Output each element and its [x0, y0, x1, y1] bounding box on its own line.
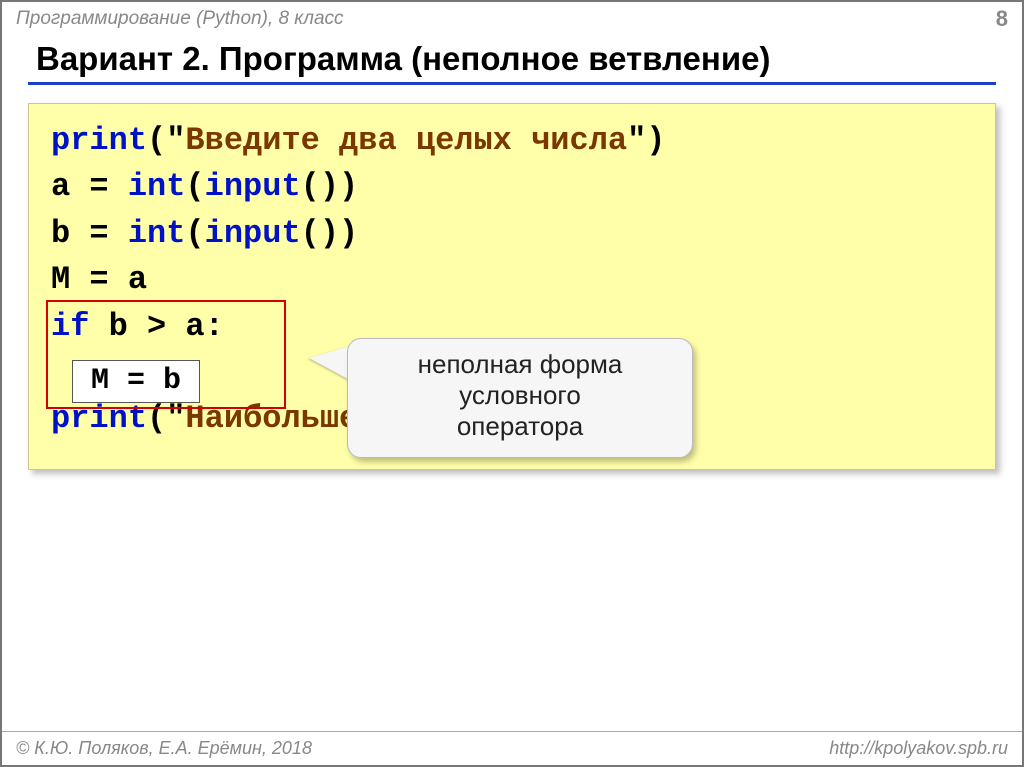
callout-box: неполная форма условного оператора	[347, 338, 693, 458]
fn-print: print	[51, 400, 147, 437]
slide-title: Вариант 2. Программа (неполное ветвление…	[2, 34, 1022, 82]
footer-bar: © К.Ю. Поляков, Е.А. Ерёмин, 2018 http:/…	[2, 731, 1022, 765]
punc-open: ("	[147, 122, 185, 159]
fn-int: int	[128, 215, 186, 252]
page-number: 8	[996, 6, 1008, 32]
paren-close: ())	[301, 168, 359, 205]
course-label: Программирование (Python), 8 класс	[16, 8, 344, 30]
kw-if: if	[51, 308, 89, 345]
paren-close: ())	[301, 215, 359, 252]
condition: b > a:	[89, 308, 223, 345]
slide: Программирование (Python), 8 класс 8 Вар…	[0, 0, 1024, 767]
top-bar: Программирование (Python), 8 класс 8	[2, 2, 1022, 34]
punc-open: ("	[147, 400, 185, 437]
callout-line-3: оператора	[370, 411, 670, 442]
footer-url: http://kpolyakov.spb.ru	[829, 738, 1008, 759]
assign-a: a =	[51, 168, 128, 205]
string-literal: Введите два целых числа	[185, 122, 627, 159]
code-line-4: M = a	[51, 257, 973, 303]
paren-open: (	[185, 168, 204, 205]
fn-input: input	[205, 168, 301, 205]
callout-line-2: условного	[370, 380, 670, 411]
fn-print: print	[51, 122, 147, 159]
punc-close: ")	[627, 122, 665, 159]
code-block: print("Введите два целых числа") a = int…	[28, 103, 996, 470]
code-line-2: a = int(input())	[51, 164, 973, 210]
footer-copyright: © К.Ю. Поляков, Е.А. Ерёмин, 2018	[16, 738, 312, 759]
paren-open: (	[185, 215, 204, 252]
assign-m: M = a	[51, 261, 147, 298]
callout-line-1: неполная форма	[370, 349, 670, 380]
highlight-assignment: M = b	[72, 360, 200, 403]
fn-input: input	[205, 215, 301, 252]
fn-int: int	[128, 168, 186, 205]
title-underline	[28, 82, 996, 85]
code-line-1: print("Введите два целых числа")	[51, 118, 973, 164]
assign-b: b =	[51, 215, 128, 252]
code-line-3: b = int(input())	[51, 211, 973, 257]
